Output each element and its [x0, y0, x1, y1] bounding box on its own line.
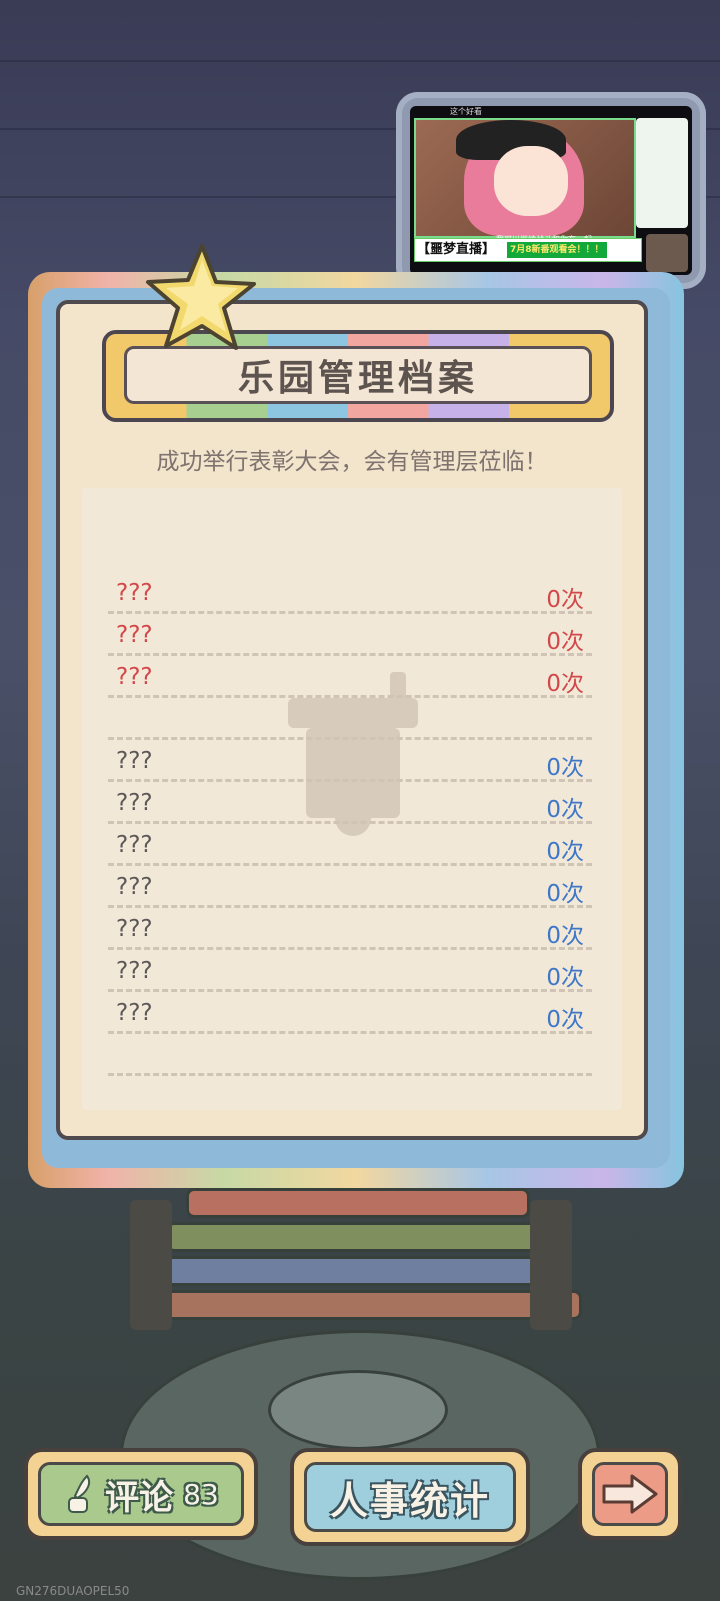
record-count: 0次 [546, 755, 584, 781]
record-row: ??? 0次 [108, 786, 592, 824]
record-row-highlight-2: ??? 0次 [108, 618, 592, 656]
archive-title: 乐园管理档案 [237, 358, 478, 399]
record-row: ??? 0次 [108, 912, 592, 950]
next-button[interactable] [578, 1448, 682, 1540]
next-button-face[interactable] [592, 1462, 668, 1526]
record-row-spacer [108, 1038, 592, 1076]
record-name: ??? [116, 1000, 153, 1026]
record-row: ??? 0次 [108, 828, 592, 866]
lamp-post-left [130, 1200, 172, 1330]
record-row: ??? 0次 [108, 744, 592, 782]
banner-tag: 7月8新番观看会！！！ [507, 242, 607, 258]
quill-ink-icon [68, 1474, 91, 1513]
record-row-spacer [108, 702, 592, 740]
record-count: 0次 [546, 671, 584, 697]
video-frame: 我可以继续战斗和你在一起 [414, 118, 636, 244]
record-name: ??? [116, 580, 153, 606]
record-name: ??? [116, 916, 153, 942]
record-name: ??? [116, 790, 153, 816]
record-row: ??? 0次 [108, 996, 592, 1034]
record-row: ??? 0次 [108, 870, 592, 908]
personnel-stats-label: 人事统计 [329, 1478, 490, 1523]
lamp-post-right [530, 1200, 572, 1330]
record-count: 0次 [546, 965, 584, 991]
gold-star-icon [146, 244, 256, 350]
records-list: ??? 0次 ??? 0次 ??? 0次 ??? 0次 ??? 0次 ??? 0… [82, 488, 622, 1110]
comment-label: 评论 [105, 1477, 174, 1518]
record-count: 0次 [546, 923, 584, 949]
stage-step [150, 1256, 568, 1286]
video-screen[interactable]: 这个好看 我可以继续战斗和你在一起 【噩梦直播】 7月8新番观看会！！！ [410, 106, 692, 275]
comment-button-face[interactable]: 评论 83 [38, 1462, 244, 1526]
banner-name: 【噩梦 [417, 242, 457, 257]
record-count: 0次 [546, 587, 584, 613]
record-count: 0次 [546, 881, 584, 907]
streamer-webcam [646, 234, 688, 272]
comment-button[interactable]: 评论 83 [24, 1448, 258, 1540]
record-row-highlight-1: ??? 0次 [108, 576, 592, 614]
sky-stripe [0, 60, 720, 62]
record-row: ??? 0次 [108, 954, 592, 992]
record-count: 0次 [546, 839, 584, 865]
video-top-caption: 这个好看 [450, 107, 482, 116]
plaza-plaque [268, 1370, 448, 1450]
chat-sidebar [636, 118, 688, 228]
character-face [494, 146, 568, 216]
floating-video-window[interactable]: 这个好看 我可以继续战斗和你在一起 【噩梦直播】 7月8新番观看会！！！ [396, 92, 706, 289]
record-name: ??? [116, 748, 153, 774]
record-row-highlight-3: ??? 0次 [108, 660, 592, 698]
personnel-stats-button[interactable]: 人事统计 [290, 1448, 530, 1546]
stage-step [186, 1188, 530, 1218]
record-name: ??? [116, 622, 153, 648]
record-count: 0次 [546, 797, 584, 823]
stream-banner: 【噩梦直播】 7月8新番观看会！！！ [414, 238, 642, 262]
archive-subtitle: 成功举行表彰大会，会有管理层莅临！ [156, 449, 548, 475]
record-name: ??? [116, 958, 153, 984]
build-id: GN276DUAOPEL50 [16, 1584, 130, 1598]
personnel-stats-button-face[interactable]: 人事统计 [304, 1462, 516, 1532]
banner-live: 直播】 [456, 242, 496, 257]
arrow-right-icon [602, 1474, 658, 1514]
comment-count: 83 [183, 1477, 219, 1511]
record-name: ??? [116, 874, 153, 900]
record-name: ??? [116, 664, 153, 690]
stage-step [166, 1222, 552, 1252]
record-count: 0次 [546, 1007, 584, 1033]
stage-step [136, 1290, 582, 1320]
record-count: 0次 [546, 629, 584, 655]
record-name: ??? [116, 832, 153, 858]
